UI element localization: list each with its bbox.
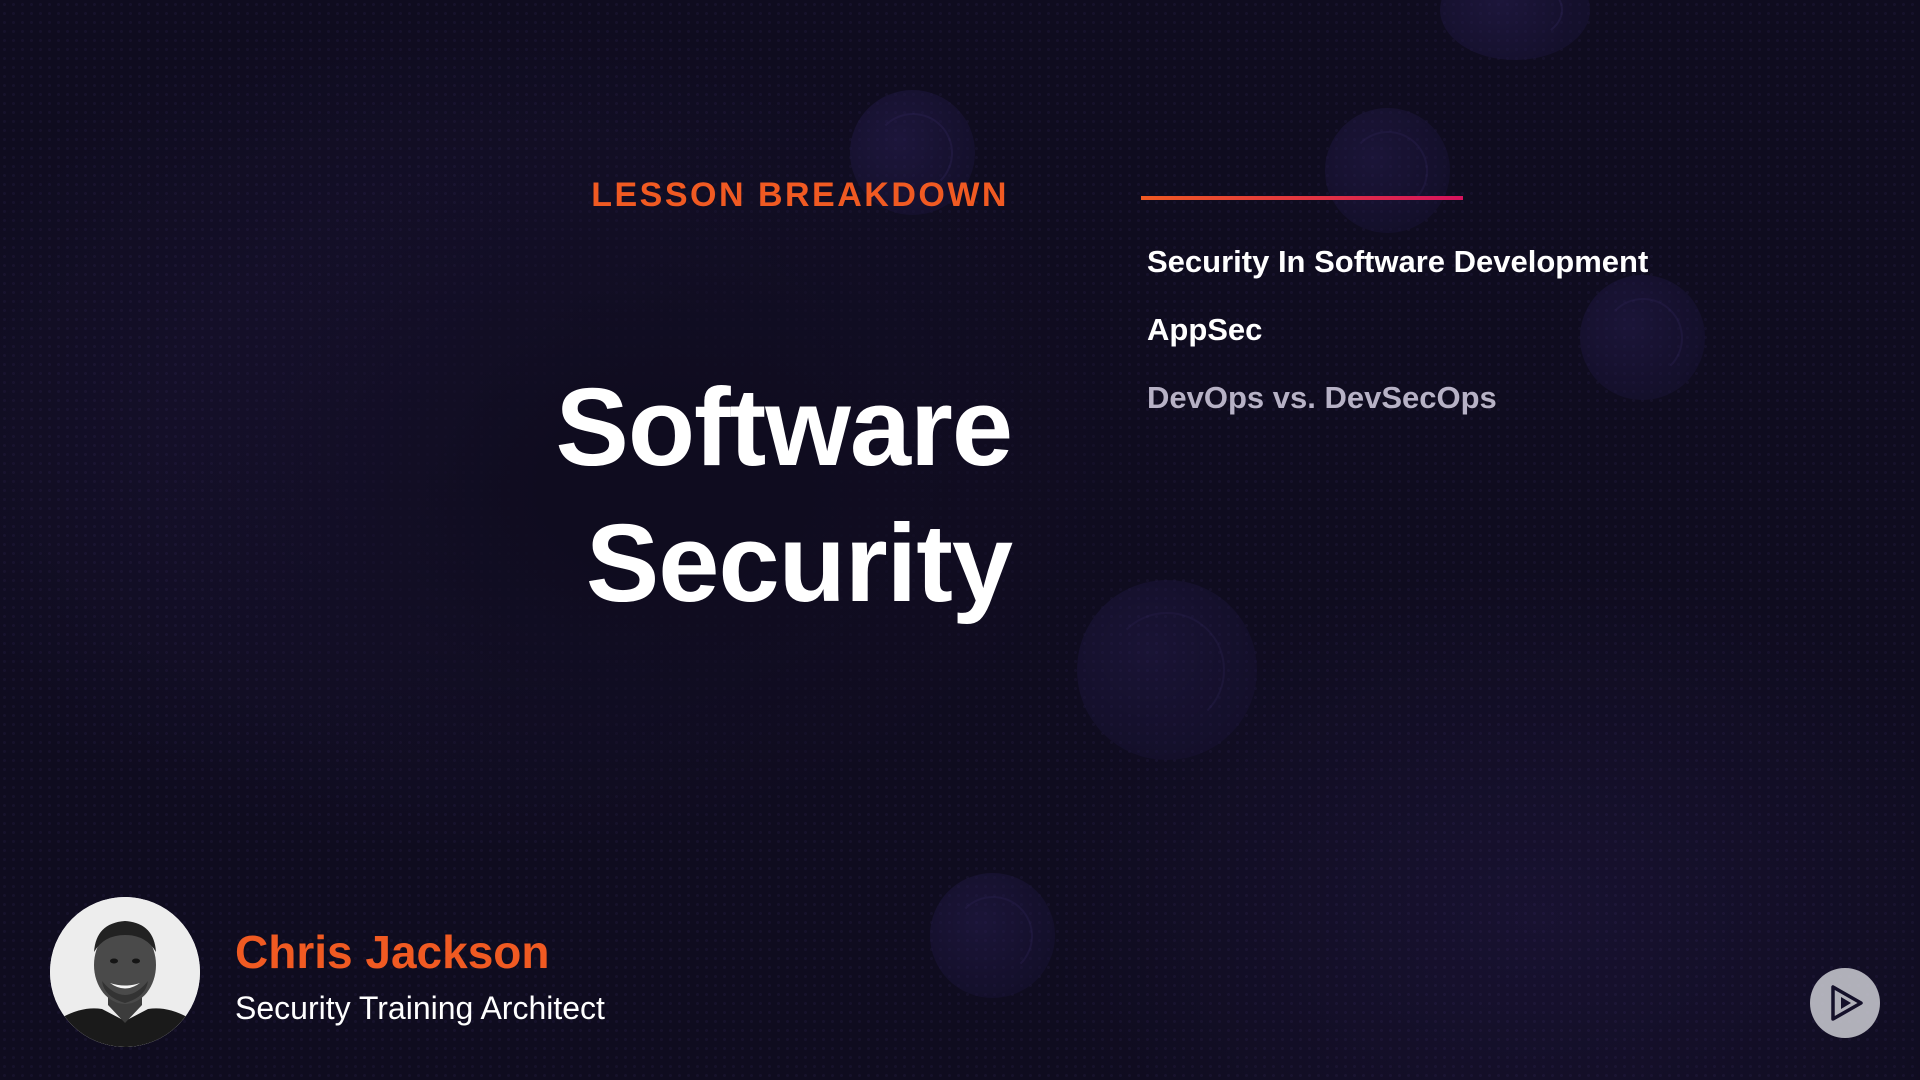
decorative-bubble — [1077, 580, 1257, 760]
presenter-name: Chris Jackson — [235, 926, 550, 978]
section-label: LESSON BREAKDOWN — [591, 176, 1009, 214]
presenter-role: Security Training Architect — [235, 990, 605, 1026]
decorative-bubble — [1325, 108, 1450, 233]
topic-item: AppSec — [1147, 312, 1263, 347]
accent-divider — [1141, 196, 1463, 200]
presenter-photo — [50, 897, 200, 1047]
topic-item-upcoming: DevOps vs. DevSecOps — [1147, 380, 1497, 415]
slide-title-line1: Software — [555, 366, 1013, 489]
topic-list: Security In Software Development AppSec … — [1147, 244, 1648, 448]
slide-title-line2: Security — [585, 502, 1013, 625]
slide-title: Software Security — [555, 360, 1013, 632]
play-triangle-icon — [1831, 985, 1863, 1021]
topic-item: Security In Software Development — [1147, 244, 1649, 279]
player-logo-button[interactable] — [1810, 968, 1880, 1038]
slide-stage: LESSON BREAKDOWN Software Security Secur… — [0, 0, 1920, 1080]
decorative-bubble — [930, 873, 1055, 998]
presenter-avatar — [50, 897, 200, 1047]
